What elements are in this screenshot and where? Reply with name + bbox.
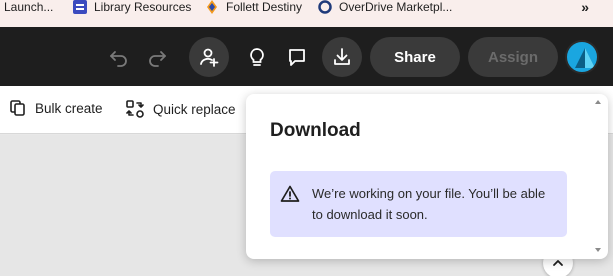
comment-icon[interactable] xyxy=(281,41,313,73)
avatar[interactable] xyxy=(565,40,599,74)
undo-icon[interactable] xyxy=(103,41,135,73)
bulk-create-icon xyxy=(10,100,25,116)
bookmark-label: Launch... xyxy=(4,0,54,14)
avatar-logo-icon xyxy=(575,48,595,68)
bookmark-label: Library Resources xyxy=(94,0,192,14)
bookmark-label: OverDrive Marketpl... xyxy=(339,0,453,14)
quick-replace-icon xyxy=(126,100,144,118)
overdrive-icon xyxy=(318,0,332,14)
warning-icon xyxy=(280,185,300,202)
assign-button[interactable]: Assign xyxy=(468,37,558,77)
library-icon xyxy=(73,0,87,14)
download-popover: Download We’re working on your file. You… xyxy=(246,94,608,259)
follett-icon xyxy=(207,0,217,14)
quick-replace-button[interactable]: Quick replace xyxy=(125,99,236,119)
redo-icon[interactable] xyxy=(141,41,173,73)
bookmarks-more-button[interactable]: » xyxy=(581,0,589,15)
scroll-down-arrow-icon[interactable] xyxy=(594,246,602,254)
notice-text: We’re working on your file. You’ll be ab… xyxy=(312,186,546,222)
bookmark-label: Follett Destiny xyxy=(226,0,303,14)
download-notice: We’re working on your file. You’ll be ab… xyxy=(270,171,567,237)
lightbulb-icon[interactable] xyxy=(241,41,273,73)
invite-people-button[interactable] xyxy=(189,37,229,77)
download-button[interactable] xyxy=(322,37,362,77)
popover-title: Download xyxy=(270,120,361,141)
bookmark-library-resources[interactable]: Library Resources xyxy=(73,0,191,14)
download-icon xyxy=(334,48,350,65)
scroll-up-arrow-icon[interactable] xyxy=(594,98,602,106)
quick-replace-label: Quick replace xyxy=(153,101,236,117)
bulk-create-button[interactable]: Bulk create xyxy=(9,99,103,117)
bulk-create-label: Bulk create xyxy=(35,100,103,116)
add-person-icon xyxy=(200,48,219,67)
bookmark-launch[interactable]: Launch... xyxy=(4,0,53,14)
editor-toolbar: Share Assign xyxy=(0,27,613,86)
bookmarks-bar: Launch... Library Resources Follett Dest… xyxy=(0,0,613,27)
bookmark-follett-destiny[interactable]: Follett Destiny xyxy=(205,0,302,14)
share-button[interactable]: Share xyxy=(370,37,460,77)
bookmark-overdrive[interactable]: OverDrive Marketpl... xyxy=(318,0,452,14)
